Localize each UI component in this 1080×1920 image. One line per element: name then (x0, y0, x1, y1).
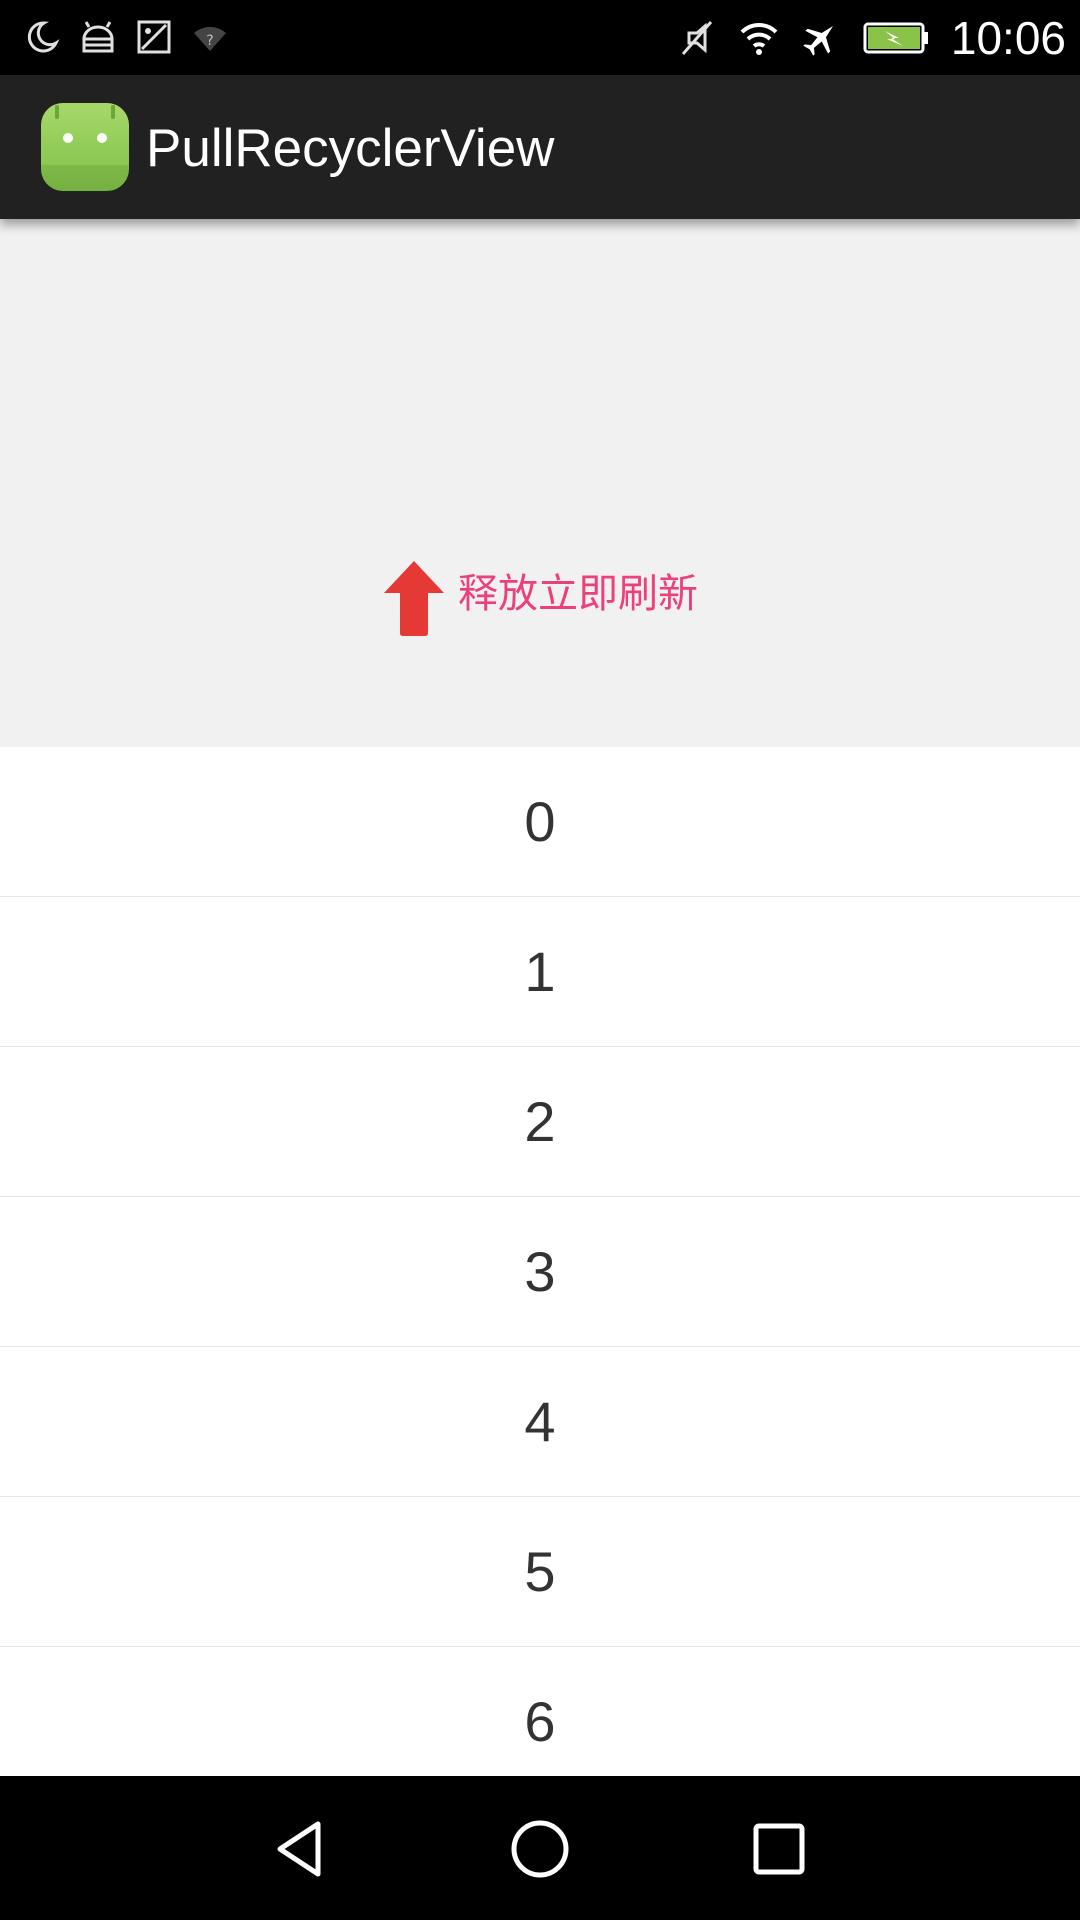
moon-icon (27, 21, 60, 53)
up-arrow-icon (384, 561, 444, 636)
list-item[interactable]: 1 (0, 897, 1080, 1047)
status-left-icons: ? (22, 16, 230, 58)
svg-text:?: ? (206, 33, 213, 49)
recents-icon[interactable] (744, 1814, 814, 1884)
status-bar: ? 10:06 (0, 0, 1080, 75)
mute-icon (681, 21, 713, 55)
android-app-icon (41, 103, 129, 191)
wifi-unknown-icon: ? (194, 26, 226, 51)
pull-refresh-header: 释放立即刷新 (0, 219, 1080, 747)
status-time: 10:06 (950, 12, 1066, 64)
status-right-icons: 10:06 (677, 10, 1066, 66)
back-icon[interactable] (266, 1814, 336, 1884)
list-item[interactable]: 5 (0, 1497, 1080, 1647)
image-icon (137, 20, 171, 54)
app-title: PullRecyclerView (146, 119, 555, 178)
android-debug-icon (82, 21, 114, 53)
list-item[interactable]: 3 (0, 1197, 1080, 1347)
battery-charging-icon (863, 22, 928, 54)
navigation-bar (0, 1776, 1080, 1920)
airplane-icon (803, 25, 833, 56)
list-item[interactable]: 6 (0, 1647, 1080, 1797)
wifi-icon (740, 22, 778, 55)
list-item[interactable]: 4 (0, 1347, 1080, 1497)
home-icon[interactable] (505, 1814, 575, 1884)
action-bar: PullRecyclerView (0, 75, 1080, 219)
list-item[interactable]: 2 (0, 1047, 1080, 1197)
list-item[interactable]: 0 (0, 747, 1080, 897)
refresh-status-text: 释放立即刷新 (458, 571, 698, 617)
recycler-list[interactable]: 0 1 2 3 4 5 6 (0, 747, 1080, 1797)
